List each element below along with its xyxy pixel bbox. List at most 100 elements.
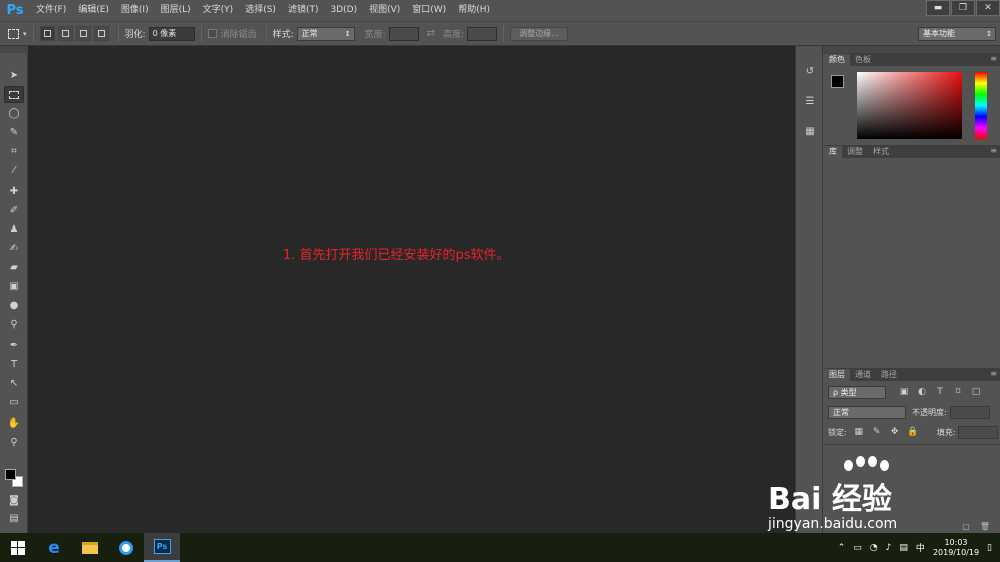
marquee-preset-picker[interactable]: ▾ xyxy=(8,28,27,39)
minimize-button[interactable]: ▬ xyxy=(926,0,950,16)
clock[interactable]: 10:03 2019/10/19 xyxy=(933,538,979,558)
tab-paths[interactable]: 路径 xyxy=(876,369,902,381)
intersect-selection-button[interactable] xyxy=(93,26,109,41)
panel-menu-icon[interactable]: ≡ xyxy=(990,54,997,63)
lock-pixels-icon[interactable]: ✎ xyxy=(871,426,883,438)
close-button[interactable]: ✕ xyxy=(976,0,1000,16)
layer-kind-select[interactable]: ρ 类型 xyxy=(828,385,886,399)
pixel-filter-icon[interactable]: ▣ xyxy=(898,386,910,398)
menu-layer[interactable]: 图层(L) xyxy=(155,0,197,21)
tab-libraries[interactable]: 库 xyxy=(824,146,842,158)
quick-mask-icon[interactable]: ◙ xyxy=(4,493,24,507)
crop-tool-icon[interactable]: ⌗ xyxy=(4,143,24,160)
path-select-tool-icon[interactable]: ↖ xyxy=(4,375,24,392)
quick-select-tool-icon[interactable]: ✎ xyxy=(4,124,24,141)
browser-icon[interactable] xyxy=(108,533,144,562)
menu-view[interactable]: 视图(V) xyxy=(363,0,406,21)
dodge-tool-icon[interactable]: ⚲ xyxy=(4,316,24,333)
adjustment-filter-icon[interactable]: ◐ xyxy=(916,386,928,398)
history-panel-icon[interactable]: ↺ xyxy=(802,64,818,78)
smart-object-filter-icon[interactable]: ▢ xyxy=(970,386,982,398)
panel-menu-icon[interactable]: ≡ xyxy=(990,146,997,155)
move-tool-icon[interactable]: ➤ xyxy=(4,67,24,84)
chevron-up-icon[interactable]: ⌃ xyxy=(838,543,846,553)
height-input[interactable] xyxy=(467,26,498,41)
opacity-input[interactable] xyxy=(949,405,990,419)
hue-slider[interactable] xyxy=(975,72,987,139)
trash-icon[interactable]: 🗑 xyxy=(980,522,990,531)
rectangle-tool-icon[interactable]: ▭ xyxy=(4,394,24,411)
photoshop-taskbar-icon[interactable]: Ps xyxy=(144,533,180,562)
fill-input[interactable] xyxy=(958,425,999,439)
swap-dimensions-icon[interactable]: ⇄ xyxy=(427,28,435,39)
menu-select[interactable]: 选择(S) xyxy=(239,0,282,21)
antialias-checkbox[interactable] xyxy=(207,29,217,38)
window-controls: ▬ ❐ ✕ xyxy=(925,0,1000,16)
libraries-panel-icon[interactable]: ▦ xyxy=(802,124,818,138)
intersect-selection-icon xyxy=(97,30,105,37)
action-center-icon[interactable]: ▯ xyxy=(987,543,992,553)
panel-menu-icon[interactable]: ≡ xyxy=(990,369,997,378)
refine-edge-button[interactable]: 调整边缘... xyxy=(510,26,568,41)
type-filter-icon[interactable]: T xyxy=(934,386,946,398)
subtract-selection-button[interactable] xyxy=(75,26,91,41)
tab-color[interactable]: 颜色 xyxy=(824,54,850,66)
lock-all-icon[interactable]: 🔒 xyxy=(907,426,919,438)
foreground-color-swatch[interactable] xyxy=(5,469,16,480)
wifi-icon[interactable]: ◔ xyxy=(870,543,878,553)
style-select[interactable]: 正常 xyxy=(296,26,355,41)
canvas-area[interactable] xyxy=(28,46,795,533)
tab-channels[interactable]: 通道 xyxy=(850,369,876,381)
history-brush-tool-icon[interactable]: ✍ xyxy=(4,240,24,257)
menu-filter[interactable]: 滤镜(T) xyxy=(282,0,325,21)
lasso-tool-icon[interactable]: ◯ xyxy=(4,105,24,122)
new-layer-icon[interactable]: ▢ xyxy=(962,522,970,531)
workspace-select[interactable]: 基本功能 xyxy=(918,26,996,41)
clone-stamp-tool-icon[interactable]: ♟ xyxy=(4,221,24,238)
edge-browser-icon[interactable]: e xyxy=(36,533,72,562)
volume-icon[interactable]: ♪ xyxy=(886,543,892,553)
menu-edit[interactable]: 编辑(E) xyxy=(72,0,115,21)
brush-tool-icon[interactable]: ✐ xyxy=(4,202,24,219)
width-input[interactable] xyxy=(388,26,419,41)
restore-button[interactable]: ❐ xyxy=(951,0,975,16)
eyedropper-tool-icon[interactable]: ⁄ xyxy=(4,162,24,179)
menu-window[interactable]: 窗口(W) xyxy=(406,0,452,21)
lock-transparent-icon[interactable]: ▦ xyxy=(853,426,865,438)
menu-type[interactable]: 文字(Y) xyxy=(197,0,240,21)
notification-icon[interactable]: ▤ xyxy=(899,543,908,553)
color-picker-field[interactable] xyxy=(857,72,962,139)
zoom-tool-icon[interactable]: ⚲ xyxy=(4,434,24,451)
menu-help[interactable]: 帮助(H) xyxy=(452,0,496,21)
healing-brush-tool-icon[interactable]: ✚ xyxy=(4,183,24,200)
add-selection-button[interactable] xyxy=(57,26,73,41)
pen-tool-icon[interactable]: ✒ xyxy=(4,337,24,354)
blend-mode-select[interactable]: 正常 xyxy=(828,405,906,419)
gradient-tool-icon[interactable]: ▣ xyxy=(4,278,24,295)
blur-tool-icon[interactable]: ● xyxy=(4,297,24,314)
windows-start-icon[interactable] xyxy=(0,533,36,562)
collapsed-panel-column: ↺ ☰ ▦ xyxy=(795,46,823,533)
screen-mode-icon[interactable]: ▤ xyxy=(4,511,24,525)
foreground-color-swatch[interactable] xyxy=(831,75,844,88)
tab-styles[interactable]: 样式 xyxy=(868,146,894,158)
type-tool-icon[interactable]: T xyxy=(4,356,24,373)
file-explorer-icon[interactable] xyxy=(72,533,108,562)
shape-filter-icon[interactable]: ⌑ xyxy=(952,386,964,398)
menu-file[interactable]: 文件(F) xyxy=(30,0,72,21)
tab-adjustments[interactable]: 调整 xyxy=(842,146,868,158)
lock-position-icon[interactable]: ✥ xyxy=(889,426,901,438)
width-label: 宽度: xyxy=(364,30,386,40)
menu-image[interactable]: 图像(I) xyxy=(115,0,155,21)
new-selection-button[interactable] xyxy=(39,26,55,41)
hand-tool-icon[interactable]: ✋ xyxy=(4,415,24,432)
feather-input[interactable]: 0 像素 xyxy=(148,26,195,41)
battery-icon[interactable]: ▭ xyxy=(853,543,862,553)
ime-indicator[interactable]: 中 xyxy=(916,541,925,554)
properties-panel-icon[interactable]: ☰ xyxy=(802,94,818,108)
eraser-tool-icon[interactable]: ▰ xyxy=(4,259,24,276)
rect-marquee-tool-icon[interactable] xyxy=(4,86,24,103)
menu-3d[interactable]: 3D(D) xyxy=(324,0,363,21)
tab-layers[interactable]: 图层 xyxy=(824,369,850,381)
tab-swatches[interactable]: 色板 xyxy=(850,54,876,66)
